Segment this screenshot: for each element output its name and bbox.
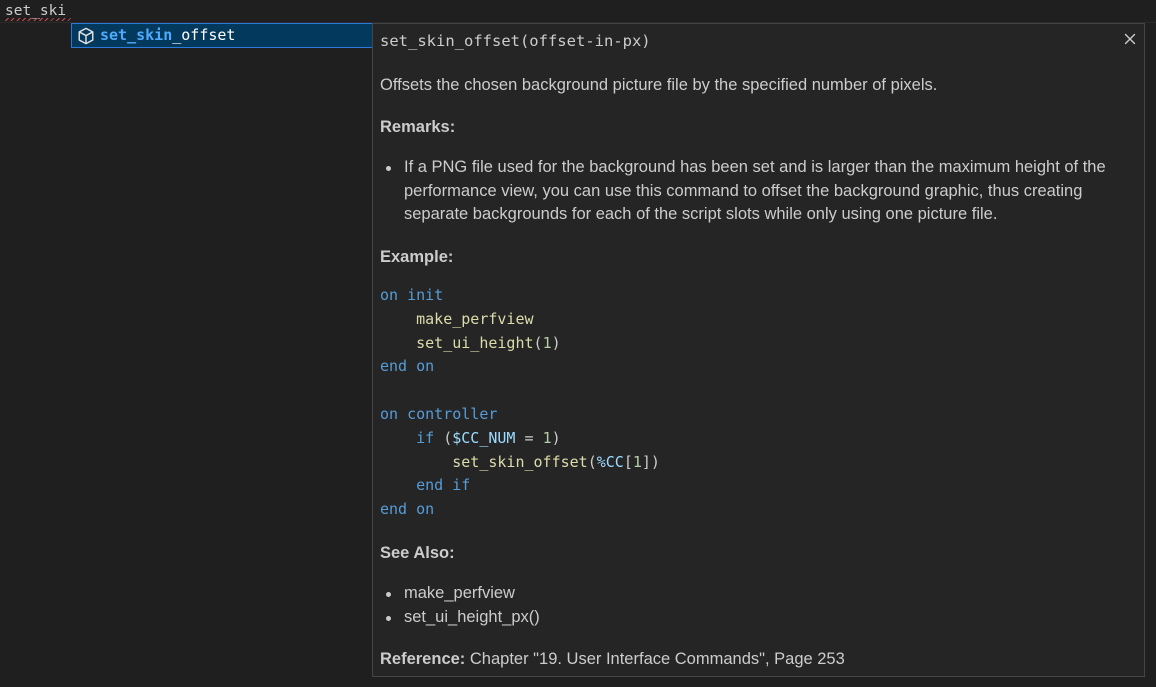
- suggest-details-panel: set_skin_offset(offset-in-px) Offsets th…: [372, 23, 1145, 677]
- error-squiggle: [5, 18, 71, 21]
- close-icon[interactable]: [1122, 31, 1138, 47]
- editor-current-line[interactable]: set_ski: [0, 0, 1156, 23]
- suggestion-label: set_skin_offset: [100, 25, 235, 45]
- remarks-list: If a PNG file used for the background ha…: [380, 156, 1125, 227]
- see-also-heading: See Also:: [380, 544, 455, 562]
- code-line: if ($CC_NUM = 1): [416, 428, 561, 447]
- example-heading: Example:: [380, 248, 454, 266]
- code-line: end on: [380, 500, 435, 519]
- code-line: on init: [380, 286, 444, 304]
- remarks-heading: Remarks:: [380, 118, 456, 136]
- reference-line: Reference: Chapter "19. User Interface C…: [380, 647, 1125, 671]
- see-also-list: make_perfview set_ui_height_px(): [380, 582, 1125, 629]
- reference-text: Chapter "19. User Interface Commands", P…: [465, 650, 845, 668]
- code-line: set_ui_height(1): [416, 333, 561, 352]
- code-line: end if: [416, 476, 471, 495]
- description-text: Offsets the chosen background picture fi…: [380, 76, 938, 94]
- code-line: end on: [380, 357, 435, 376]
- reference-label: Reference:: [380, 650, 466, 668]
- suggestion-label-rest: _offset: [172, 26, 236, 44]
- see-also-item: make_perfview: [380, 582, 1125, 606]
- see-also-item: set_ui_height_px(): [380, 606, 1125, 630]
- details-signature: set_skin_offset(offset-in-px): [380, 32, 651, 50]
- code-line: set_skin_offset(%CC[1]): [452, 452, 660, 471]
- code-line: on controller: [380, 404, 498, 423]
- code-editor[interactable]: set_ski set_skin_offset set_skin_offset(…: [0, 0, 1156, 687]
- suggest-widget: set_skin_offset: [71, 23, 373, 48]
- cube-icon: [78, 27, 94, 45]
- example-code-block: on init make_perfview set_ui_height(1)en…: [380, 284, 1125, 522]
- suggestion-item-set-skin-offset[interactable]: set_skin_offset: [71, 23, 373, 48]
- code-line: make_perfview: [416, 309, 534, 328]
- remarks-item: If a PNG file used for the background ha…: [380, 156, 1125, 227]
- suggestion-match-highlight: set_skin: [100, 26, 173, 44]
